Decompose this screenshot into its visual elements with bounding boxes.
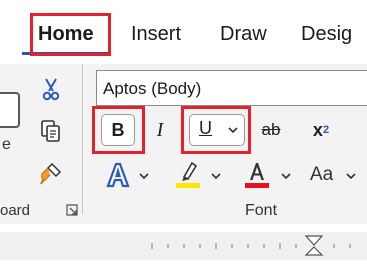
ribbon-panel: e oard Aptos (Body) B I U ab x2 Aa Font [0,64,367,224]
chevron-down-icon[interactable] [138,170,150,182]
highlight-box-home [30,13,111,56]
font-group-label: Font [245,202,278,219]
change-case-button[interactable]: Aa [310,164,333,186]
paste-label-partial: e [2,136,11,153]
tab-insert[interactable]: Insert [131,23,181,46]
subscript-digit: 2 [322,124,330,136]
ruler [0,224,367,268]
ribbon-tabs: Home Insert Draw Desig [0,0,367,64]
chevron-down-icon[interactable] [210,170,222,182]
font-name-value: Aptos (Body) [103,79,202,98]
text-effects-icon[interactable] [104,160,132,188]
chevron-down-icon[interactable] [280,170,292,182]
subscript-button[interactable]: x2 [307,116,335,144]
tab-draw[interactable]: Draw [220,23,267,46]
subscript-base: x [312,119,323,140]
strikethrough-button[interactable]: ab [257,117,285,143]
paste-button[interactable] [0,92,20,128]
dialog-launcher-icon[interactable] [66,204,78,216]
tab-design[interactable]: Desig [301,23,352,46]
highlight-box-bold [92,106,145,154]
font-color-icon[interactable] [243,159,271,189]
font-name-combobox[interactable]: Aptos (Body) [96,70,367,106]
highlight-box-underline [181,106,251,154]
chevron-down-icon[interactable] [345,170,357,182]
clipboard-group-label: oard [0,202,31,219]
italic-button[interactable]: I [149,116,171,144]
copy-icon[interactable] [38,118,64,144]
format-painter-icon[interactable] [38,160,64,186]
cut-icon[interactable] [38,76,64,102]
indent-marker-icon[interactable] [304,234,324,258]
group-divider [82,64,83,214]
highlight-icon[interactable] [174,159,202,189]
